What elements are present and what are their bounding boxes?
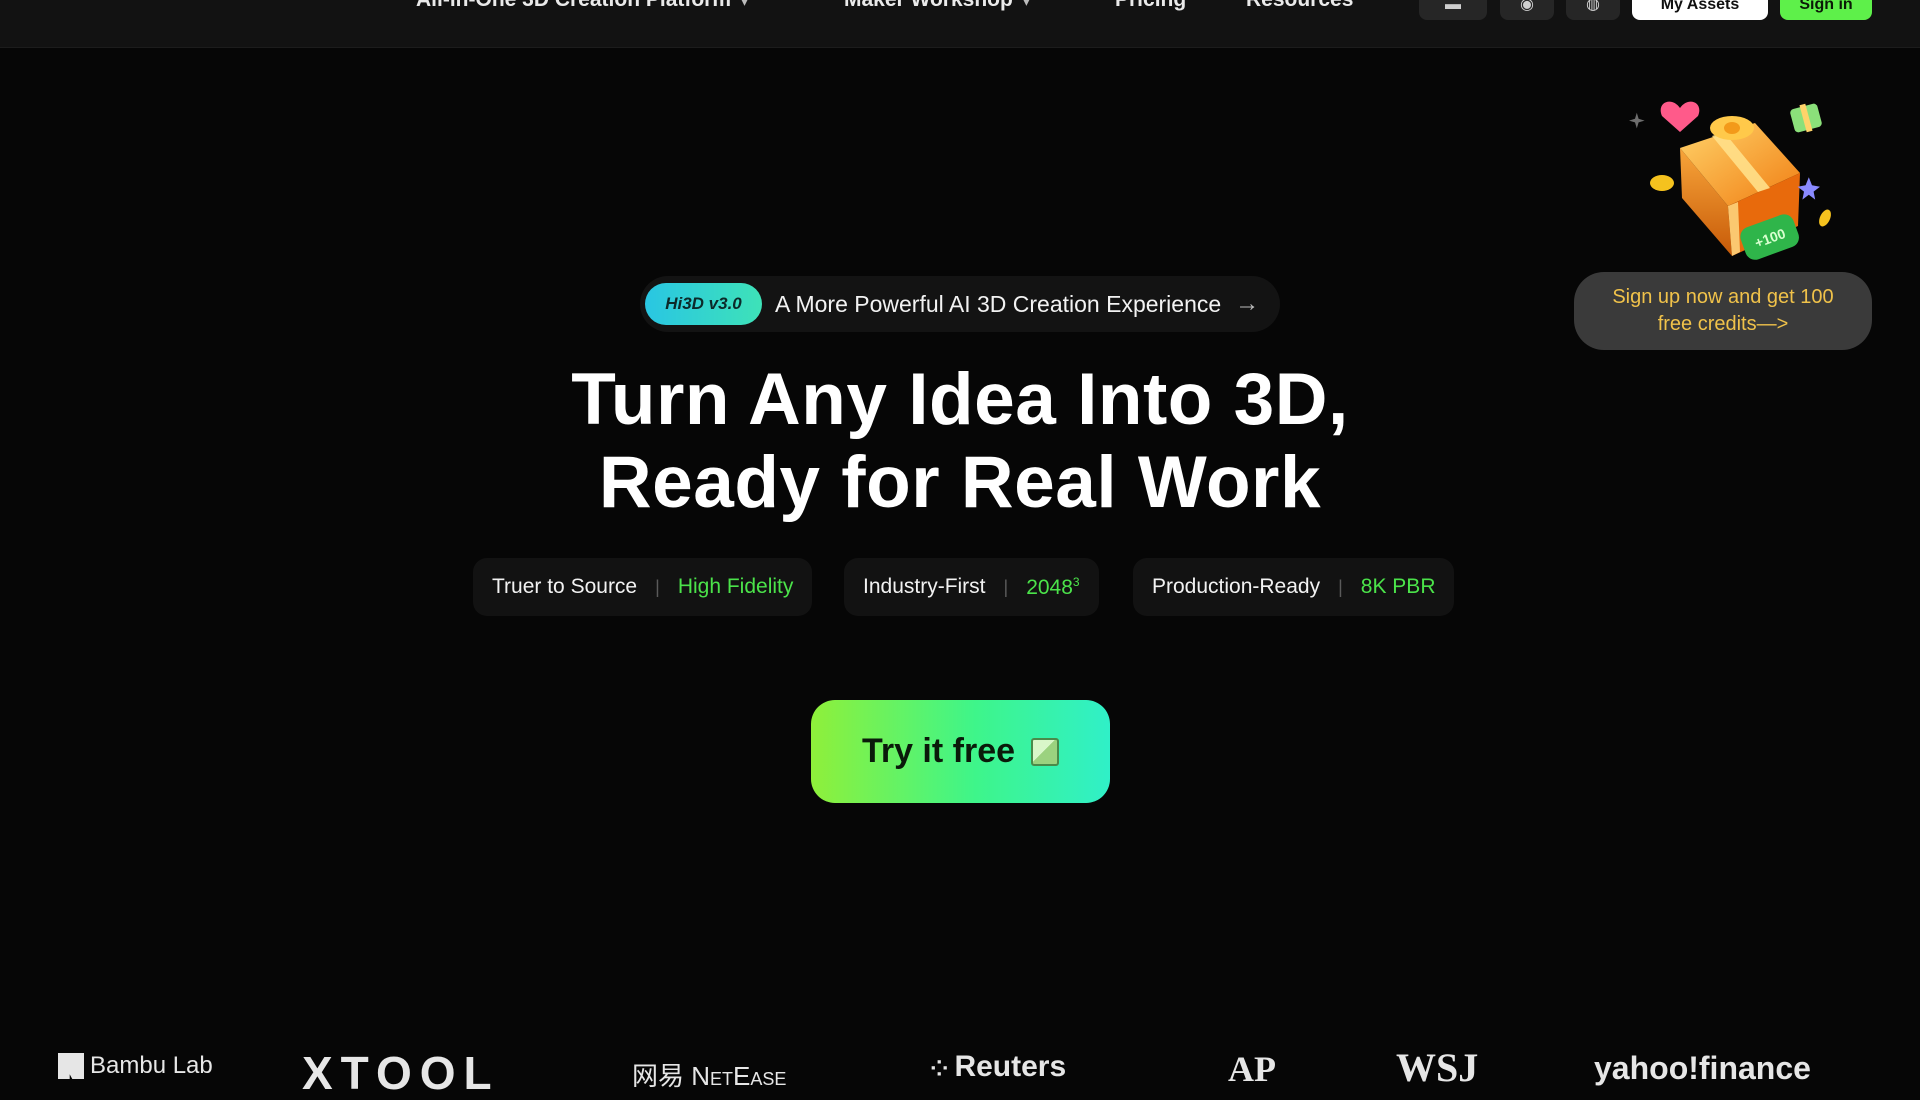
signup-promo-banner[interactable]: Sign up now and get 100 free credits—> — [1574, 272, 1872, 350]
nav-link-pricing[interactable]: Pricing — [1115, 0, 1186, 12]
discord-icon: ◉ — [1520, 0, 1534, 13]
partner-logos-strip: Bambu Lab XTOOL 网易 NetEase ⁘ Reuters AP W… — [0, 1010, 1920, 1099]
nav-link-label: All-in-One 3D Creation Platform — [416, 0, 731, 11]
feature-pill-resolution: Industry-First | 20483 — [844, 558, 1099, 616]
feature-label: Truer to Source — [492, 575, 638, 598]
discord-button[interactable]: ◉ — [1500, 0, 1554, 20]
gift-box-illustration[interactable]: +100 — [1620, 78, 1840, 268]
my-assets-button[interactable]: My Assets — [1632, 0, 1768, 20]
globe-icon: ◍ — [1586, 0, 1600, 13]
sign-in-label: Sign in — [1799, 0, 1853, 13]
feature-pill-fidelity: Truer to Source | High Fidelity — [473, 558, 813, 616]
partner-logo-reuters: ⁘ Reuters — [930, 1050, 1067, 1083]
feature-pill-pbr: Production-Ready | 8K PBR — [1133, 558, 1455, 616]
feature-label: Production-Ready — [1152, 575, 1321, 598]
app-icon: ▬ — [1445, 0, 1461, 13]
separator: | — [1338, 576, 1343, 597]
promo-text: Sign up now and get 100 free credits—> — [1612, 286, 1834, 335]
app-menu-button[interactable]: ▬ — [1419, 0, 1487, 20]
version-announcement-banner[interactable]: Hi3D v3.0 A More Powerful AI 3D Creation… — [640, 276, 1280, 332]
cta-label: Try it free — [861, 732, 1016, 770]
arrow-right-icon: → — [1235, 290, 1260, 317]
hero-headline-line-1: Turn Any Idea Into 3D, — [571, 359, 1349, 440]
hero-headline-line-2: Ready for Real Work — [598, 442, 1322, 523]
chevron-down-icon: ▾ — [741, 0, 749, 9]
feature-label: Industry-First — [863, 575, 986, 598]
feature-value: 20483 — [1026, 574, 1080, 599]
separator: | — [655, 576, 660, 597]
nav-link-label: Pricing — [1115, 0, 1186, 11]
version-tag: Hi3D v3.0 — [645, 283, 762, 325]
nav-link-platform[interactable]: All-in-One 3D Creation Platform ▾ — [416, 0, 748, 12]
bambu-mark-icon — [58, 1053, 84, 1079]
partner-logo-xtool: XTOOL — [302, 1047, 500, 1099]
chevron-down-icon: ▾ — [1022, 0, 1030, 9]
separator: | — [1003, 576, 1009, 597]
nav-link-maker-workshop[interactable]: Maker Workshop ▾ — [844, 0, 1030, 12]
partner-logo-bambu: Bambu Lab — [58, 1052, 213, 1080]
reuters-dots-icon: ⁘ — [930, 1056, 949, 1081]
broken-image-icon — [1031, 737, 1060, 766]
feature-superscript: 3 — [1072, 574, 1080, 589]
try-it-free-button[interactable]: Try it free — [811, 700, 1110, 803]
feature-value: High Fidelity — [677, 575, 794, 598]
partner-logo-ap: AP — [1228, 1049, 1276, 1089]
nav-link-label: Maker Workshop — [844, 0, 1013, 11]
announcement-text: A More Powerful AI 3D Creation Experienc… — [775, 290, 1222, 317]
nav-link-label: Resources — [1246, 0, 1353, 11]
my-assets-label: My Assets — [1660, 0, 1740, 13]
nav-link-resources[interactable]: Resources — [1246, 0, 1353, 12]
feature-value: 8K PBR — [1360, 575, 1436, 598]
partner-logo-wsj: WSJ — [1396, 1045, 1479, 1090]
top-navigation-bar: All-in-One 3D Creation Platform ▾ Maker W… — [0, 0, 1920, 48]
partner-logo-netease: 网易 NetEase — [632, 1061, 787, 1091]
language-button[interactable]: ◍ — [1566, 0, 1620, 20]
partner-logo-yahoo-finance: yahoo!finance — [1594, 1050, 1811, 1086]
sign-in-button[interactable]: Sign in — [1780, 0, 1872, 20]
